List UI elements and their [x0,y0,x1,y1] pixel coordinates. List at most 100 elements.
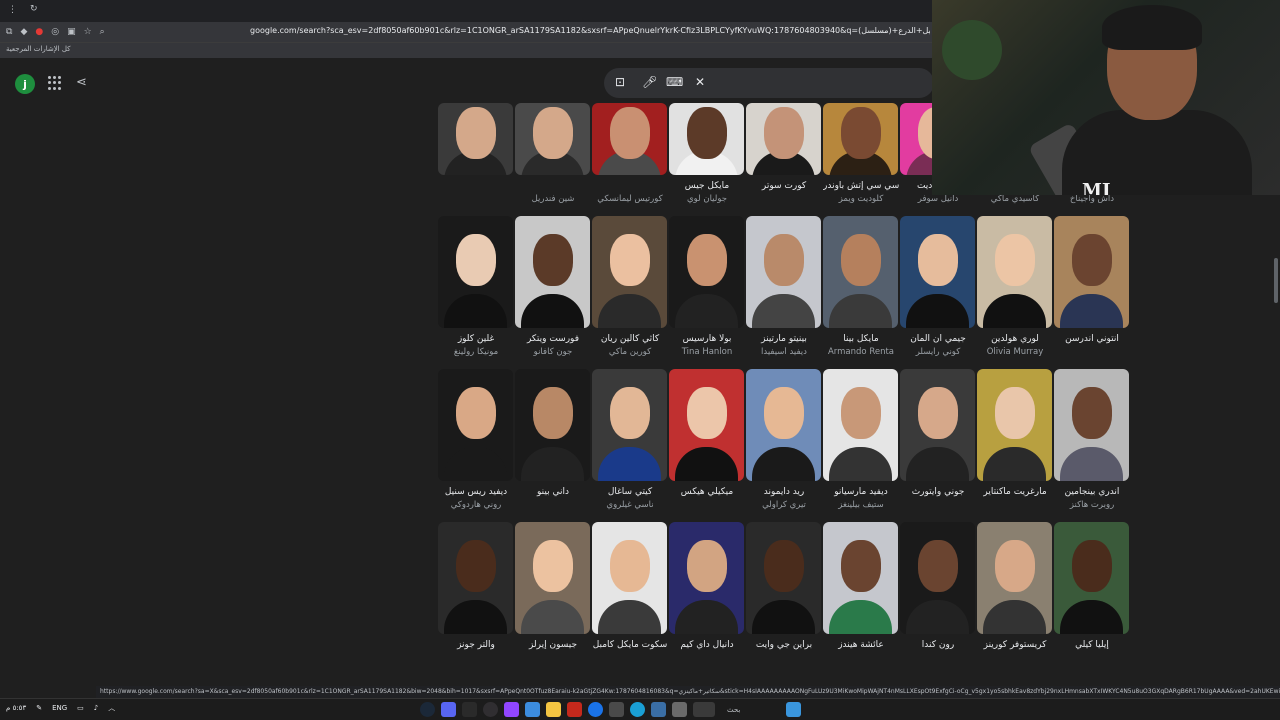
actor-name[interactable]: كريستوفر كورينز [977,640,1053,653]
cast-card[interactable]: مايكل بينا Armando Renta [823,216,899,369]
actor-name[interactable]: بينيتو مارتينز [746,334,822,347]
app-icon[interactable] [525,702,540,717]
cast-photo[interactable] [1054,216,1129,328]
cast-card[interactable]: ديفيد ريس سنيل روني هاردوكي [438,369,514,522]
microphone-icon[interactable]: 🎤︎ [642,75,657,89]
cast-photo[interactable] [977,216,1052,328]
actor-name[interactable]: كاثي كالين ريان [592,334,668,347]
actor-name[interactable]: إيليا كيلي [1054,640,1130,653]
actor-name[interactable]: ريد دايموند [746,487,822,500]
folder-icon[interactable] [546,702,561,717]
search-engine-icon[interactable]: ⌕ [100,27,105,37]
refresh-icon[interactable]: ↻ [30,4,38,14]
twitch-icon[interactable] [504,702,519,717]
cast-card[interactable]: سي سي إتش باوندر كلوديت ويمز [823,103,899,216]
actor-name[interactable]: جوني وايتورث [900,487,976,500]
actor-name[interactable]: لوري هولدين [977,334,1053,347]
actor-name[interactable]: ديفيد مارسيانو [823,487,899,500]
epic-icon[interactable] [462,702,477,717]
actor-name[interactable]: رون كندا [900,640,976,653]
cast-photo[interactable] [823,103,898,175]
cast-card[interactable]: مايكل جيس جوليان لوي [669,103,745,216]
account-avatar[interactable]: j [15,74,35,94]
actor-name[interactable]: ديفيد ريس سنيل [438,487,514,500]
cast-card[interactable]: ديفيد مارسيانو ستيف بيلينغز [823,369,899,522]
cast-card[interactable]: بولا هارسيس Tina Hanlon [669,216,745,369]
volume-icon[interactable]: ♪ [94,704,98,712]
cast-card[interactable]: عائشة هيندز [823,522,899,675]
cast-card[interactable]: ميكيلي هيكس [669,369,745,522]
tray-chevron-icon[interactable]: ︿ [108,703,115,713]
actor-name[interactable]: كيتي ساغال [592,487,668,500]
cast-photo[interactable] [669,369,744,481]
cast-photo[interactable] [438,216,513,328]
cast-card[interactable]: داني بينو [515,369,591,522]
cast-photo[interactable] [438,522,513,634]
actor-name[interactable]: سكوت مايكل كامبل [592,640,668,653]
actor-name[interactable]: بولا هارسيس [669,334,745,347]
cast-photo[interactable] [900,369,975,481]
actor-name[interactable]: دانيال داي كيم [669,640,745,653]
actor-name[interactable] [592,181,668,194]
actor-name[interactable]: فورست ويتكر [515,334,591,347]
cast-photo[interactable] [977,522,1052,634]
cast-photo[interactable] [746,522,821,634]
cast-photo[interactable] [669,216,744,328]
cast-photo[interactable] [515,369,590,481]
cast-card[interactable]: كريستوفر كورينز [977,522,1053,675]
share-icon[interactable]: ⋖ [76,75,87,90]
actor-name[interactable]: ميكيلي هيكس [669,487,745,500]
cast-card[interactable]: كيتي ساغال ناسي غيلروي [592,369,668,522]
cast-photo[interactable] [669,522,744,634]
google-apps-icon[interactable] [48,76,62,90]
cast-card[interactable]: كورت سوتر [746,103,822,216]
actor-name[interactable]: غلين كلوز [438,334,514,347]
cast-photo[interactable] [823,369,898,481]
translate-icon[interactable]: ◎ [51,27,59,37]
search-box[interactable]: ✕ ⌨ 🎤︎ ⊡ [604,68,934,98]
cast-photo[interactable] [592,522,667,634]
cast-photo[interactable] [515,216,590,328]
shield-icon[interactable]: ◆ [20,27,27,37]
language-indicator[interactable]: ENG [52,704,67,712]
cast-card[interactable]: جيمي آن آلمان كوني رايسلر [900,216,976,369]
actor-name[interactable]: داني بينو [515,487,591,500]
cast-card[interactable]: مارغريت ماكنتاير [977,369,1053,522]
cast-photo[interactable] [438,369,513,481]
cast-card[interactable]: شين فندريل [515,103,591,216]
cast-card[interactable] [438,103,514,216]
taskbar-search[interactable]: بحث [727,706,740,714]
edge-icon[interactable] [630,702,645,717]
cast-photo[interactable] [592,369,667,481]
keyboard-icon[interactable]: ⌨ [666,75,683,89]
actor-name[interactable]: كورت سوتر [746,181,822,194]
actor-name[interactable]: أنتوني أندرسن [1054,334,1130,347]
cast-card[interactable]: أنتوني أندرسن [1054,216,1130,369]
cast-photo[interactable] [900,216,975,328]
actor-name[interactable] [438,181,514,194]
cast-photo[interactable] [746,103,821,175]
cast-photo[interactable] [900,522,975,634]
actor-name[interactable]: مايكل بينا [823,334,899,347]
close-icon[interactable]: ✕ [695,75,705,89]
obs-icon[interactable] [483,702,498,717]
cast-card[interactable]: جوني وايتورث [900,369,976,522]
scrollbar-thumb[interactable] [1274,258,1278,303]
actor-name[interactable]: مارغريت ماكنتاير [977,487,1053,500]
cast-photo[interactable] [746,369,821,481]
actor-name[interactable]: براين جي وايت [746,640,822,653]
cast-card[interactable]: غلين كلوز مونيكا رولينغ [438,216,514,369]
acrobat-icon[interactable] [567,702,582,717]
cast-card[interactable]: أندري بينجامين روبرت هاكنز [1054,369,1130,522]
cast-card[interactable]: كورتيس ليمانسكي [592,103,668,216]
actor-name[interactable]: أندري بينجامين [1054,487,1130,500]
cast-photo[interactable] [592,103,667,175]
cast-card[interactable]: رون كندا [900,522,976,675]
cast-photo[interactable] [1054,369,1129,481]
cast-photo[interactable] [592,216,667,328]
cast-card[interactable]: سكوت مايكل كامبل [592,522,668,675]
display-icon[interactable]: ▭ [77,704,84,712]
cast-card[interactable]: كاثي كالين ريان كورين ماكي [592,216,668,369]
cast-photo[interactable] [977,369,1052,481]
actor-name[interactable]: سي سي إتش باوندر [823,181,899,194]
